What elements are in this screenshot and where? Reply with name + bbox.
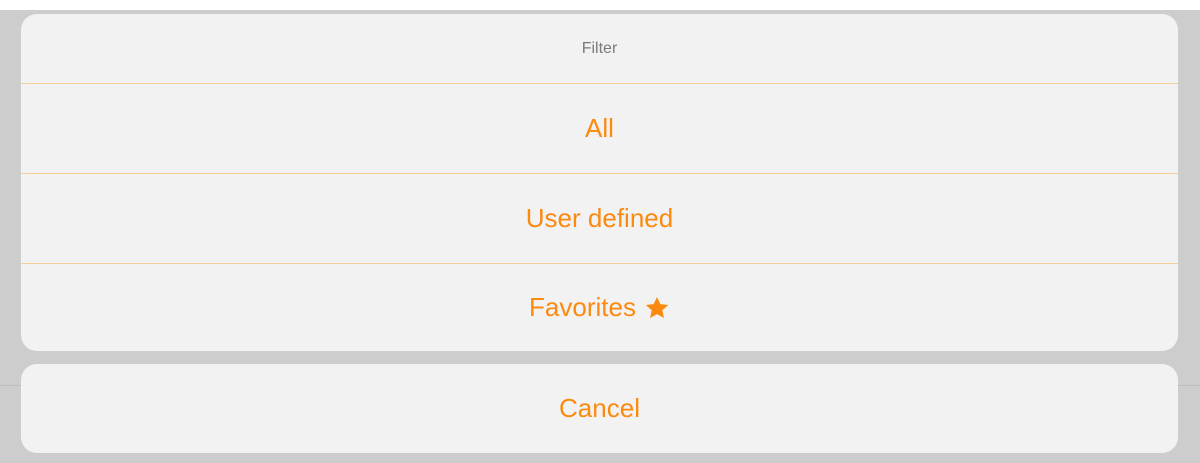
filter-option-user-defined-label: User defined (525, 203, 674, 233)
cancel-button[interactable]: Cancel (21, 364, 1178, 453)
filter-option-all[interactable]: All (21, 84, 1178, 173)
filter-title-row: Filter (21, 14, 1178, 83)
star-icon (645, 296, 669, 318)
filter-option-favorites[interactable]: Favorites (21, 264, 1178, 351)
cancel-button-label: Cancel (559, 393, 640, 423)
filter-option-user-defined[interactable]: User defined (21, 174, 1178, 263)
filter-option-favorites-label: Favorites (529, 292, 636, 322)
filter-action-sheet: Filter All User defined Favorites (21, 14, 1178, 351)
cancel-action-sheet: Cancel (21, 364, 1178, 453)
background-content (0, 0, 1200, 10)
filter-title: Filter (581, 39, 618, 57)
filter-option-all-label: All (585, 113, 614, 143)
